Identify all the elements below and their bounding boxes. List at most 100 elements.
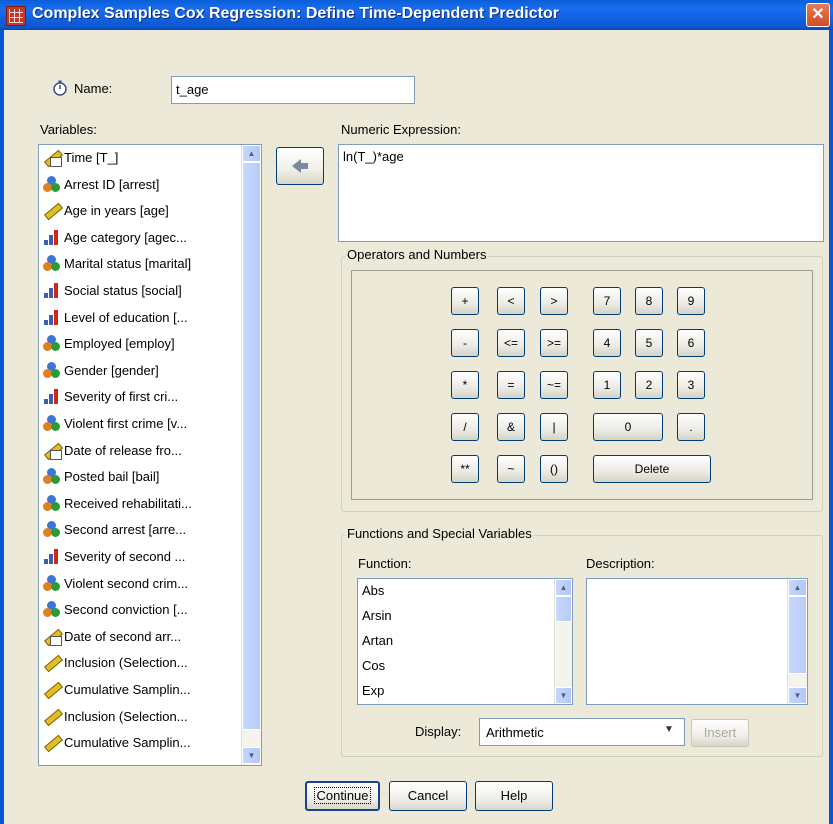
variable-item[interactable]: Second conviction [... [43, 599, 188, 621]
move-to-expression-button[interactable] [276, 147, 324, 185]
variable-item-label: Second arrest [arre... [64, 522, 187, 538]
name-input[interactable]: t_age [171, 76, 415, 104]
nominal-icon [43, 175, 61, 192]
key-less-equal[interactable]: <= [497, 329, 525, 357]
variable-item[interactable]: Age in years [age] [43, 200, 169, 222]
key-less-than[interactable]: < [497, 287, 525, 315]
variable-item[interactable]: Inclusion (Selection... [43, 652, 188, 674]
key-parentheses[interactable]: () [540, 455, 568, 483]
key-4[interactable]: 4 [593, 329, 621, 357]
date-ruler-icon [43, 149, 62, 167]
continue-button[interactable]: Continue [305, 781, 380, 811]
key-0[interactable]: 0 [593, 413, 663, 441]
variables-list[interactable]: Cumulative Samplin... Inclusion (Selectio… [38, 144, 262, 766]
key-multiply[interactable]: * [451, 371, 479, 399]
variable-item-label: Severity of first cri... [64, 389, 179, 405]
variables-scrollbar[interactable]: ▲ ▼ [241, 145, 261, 765]
variable-item[interactable]: Violent first crime [v... [43, 413, 187, 435]
description-scroll-thumb[interactable] [788, 596, 807, 674]
key-or[interactable]: | [540, 413, 568, 441]
function-scroll-thumb[interactable] [555, 596, 572, 622]
key-5[interactable]: 5 [635, 329, 663, 357]
variable-item-label: Gender [gender] [64, 362, 159, 378]
function-label: Function: [358, 556, 412, 571]
scroll-up-arrow-icon[interactable]: ▲ [242, 145, 261, 162]
variable-item-label: Date of second arr... [64, 628, 182, 644]
help-button[interactable]: Help [475, 781, 553, 811]
expression-value: ln(T_)*age [343, 149, 404, 164]
functions-group-title: Functions and Special Variables [345, 526, 534, 541]
date-ruler-icon [43, 442, 62, 460]
nominal-icon [43, 361, 61, 378]
variable-item[interactable]: Level of education [... [43, 307, 188, 329]
key-greater-than[interactable]: > [540, 287, 568, 315]
variable-item-label: Cumulative Samplin... [64, 735, 191, 751]
key-minus[interactable]: - [451, 329, 479, 357]
key-6[interactable]: 6 [677, 329, 705, 357]
function-item[interactable]: Abs [362, 583, 384, 598]
variable-item[interactable]: Second arrest [arre... [43, 519, 186, 541]
variable-item[interactable]: Received rehabilitati... [43, 493, 192, 515]
ordinal-icon [43, 548, 61, 564]
description-scrollbar[interactable]: ▲ ▼ [787, 579, 807, 704]
function-scroll-up-icon[interactable]: ▲ [555, 579, 572, 596]
variable-item-label: Cumulative Samplin... [64, 682, 191, 697]
key-3[interactable]: 3 [677, 371, 705, 399]
key-decimal[interactable]: . [677, 413, 705, 441]
scroll-down-arrow-icon[interactable]: ▼ [242, 747, 261, 764]
description-box: ▲ ▼ [586, 578, 808, 705]
function-list[interactable]: Exp Cos Artan Arsin Abs ▲ ▼ [357, 578, 573, 705]
key-equal[interactable]: = [497, 371, 525, 399]
name-label: Name: [74, 81, 113, 96]
key-8[interactable]: 8 [635, 287, 663, 315]
expression-textarea[interactable]: ln(T_)*age [338, 144, 824, 242]
key-power[interactable]: ** [451, 455, 479, 483]
close-button[interactable]: ✕ [806, 3, 830, 27]
description-scroll-down-icon[interactable]: ▼ [788, 687, 807, 704]
variable-item[interactable]: Violent second crim... [43, 573, 188, 595]
variable-item[interactable]: Date of release fro... [43, 440, 182, 462]
variable-item[interactable]: Cumulative Samplin... [43, 732, 190, 754]
variable-item[interactable]: Severity of first cri... [43, 386, 178, 408]
variable-item[interactable]: Date of second arr... [43, 626, 181, 648]
key-9[interactable]: 9 [677, 287, 705, 315]
display-select[interactable]: Arithmetic ▼ [479, 718, 685, 746]
nominal-icon [43, 574, 61, 591]
cancel-button[interactable]: Cancel [389, 781, 467, 811]
variable-item[interactable]: Gender [gender] [43, 360, 159, 382]
description-scroll-up-icon[interactable]: ▲ [788, 579, 807, 596]
key-7[interactable]: 7 [593, 287, 621, 315]
function-item[interactable]: Arsin [362, 608, 392, 623]
key-not[interactable]: ~ [497, 455, 525, 483]
key-plus[interactable]: + [451, 287, 479, 315]
variable-item[interactable]: Inclusion (Selection... [43, 706, 188, 728]
key-divide[interactable]: / [451, 413, 479, 441]
variable-item[interactable]: Social status [social] [43, 280, 182, 302]
key-and[interactable]: & [497, 413, 525, 441]
delete-button[interactable]: Delete [593, 455, 711, 483]
variable-item[interactable]: Arrest ID [arrest] [43, 174, 159, 196]
nominal-icon [43, 255, 61, 272]
key-not-equal[interactable]: ~= [540, 371, 568, 399]
key-2[interactable]: 2 [635, 371, 663, 399]
variable-item[interactable]: Cumulative Samplin... [43, 679, 190, 701]
variable-item[interactable]: Posted bail [bail] [43, 466, 159, 488]
title-bar: Complex Samples Cox Regression: Define T… [0, 0, 833, 30]
function-scroll-down-icon[interactable]: ▼ [555, 687, 572, 704]
function-item[interactable]: Cos [362, 658, 385, 673]
variable-item[interactable]: Marital status [marital] [43, 253, 191, 275]
variable-item[interactable]: Employed [employ] [43, 333, 175, 355]
key-1[interactable]: 1 [593, 371, 621, 399]
scroll-thumb[interactable] [242, 162, 261, 730]
function-item[interactable]: Artan [362, 633, 393, 648]
ordinal-icon [43, 388, 61, 405]
key-greater-equal[interactable]: >= [540, 329, 568, 357]
variable-item[interactable]: Severity of second ... [43, 546, 185, 568]
insert-button[interactable]: Insert [691, 719, 749, 747]
variable-item-label: Time [T_] [64, 150, 119, 165]
variable-item[interactable]: Time [T_] [43, 147, 118, 169]
nominal-icon [43, 601, 61, 618]
variable-item[interactable]: Age category [agec... [43, 227, 187, 249]
function-item[interactable]: Exp [362, 683, 384, 698]
function-scrollbar[interactable]: ▲ ▼ [554, 579, 572, 704]
